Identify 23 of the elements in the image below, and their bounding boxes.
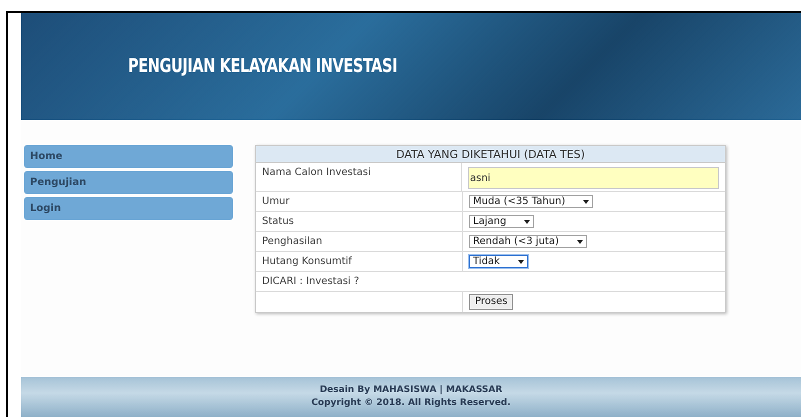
footer-text: Desain By MAHASISWA | MAKASSAR bbox=[320, 384, 502, 397]
dropdown[interactable]: Tidak bbox=[469, 255, 528, 268]
caret-icon bbox=[576, 240, 583, 244]
field-label: Umur bbox=[262, 196, 290, 207]
form-title: DATA YANG DIKETAHUI (DATA TES) bbox=[256, 146, 725, 163]
nav-link[interactable]: Pengujian bbox=[24, 171, 233, 194]
dropdown[interactable]: Rendah (<3 juta) bbox=[469, 235, 587, 248]
caret-icon bbox=[583, 200, 590, 204]
dropdown[interactable]: Lajang bbox=[469, 215, 534, 228]
caret-icon bbox=[518, 260, 524, 264]
field-label: DICARI : Investasi ? bbox=[262, 276, 360, 287]
caret-icon bbox=[524, 220, 530, 224]
field-label: Penghasilan bbox=[262, 236, 322, 247]
field-label: Nama Calon Investasi bbox=[262, 167, 371, 178]
nav-link[interactable]: Home bbox=[24, 145, 233, 168]
dropdown[interactable]: Muda (<35 Tahun) bbox=[469, 195, 594, 208]
nav-link[interactable]: Login bbox=[24, 197, 233, 220]
site-title: PENGUJIAN KELAYAKAN INVESTASI bbox=[128, 54, 398, 80]
submit-button[interactable]: Proses bbox=[469, 294, 514, 310]
name-input[interactable]: asni bbox=[468, 167, 719, 189]
field-label: Hutang Konsumtif bbox=[262, 256, 352, 267]
field-label: Status bbox=[262, 216, 294, 227]
footer-text: Copyright © 2018. All Rights Reserved. bbox=[311, 397, 511, 410]
